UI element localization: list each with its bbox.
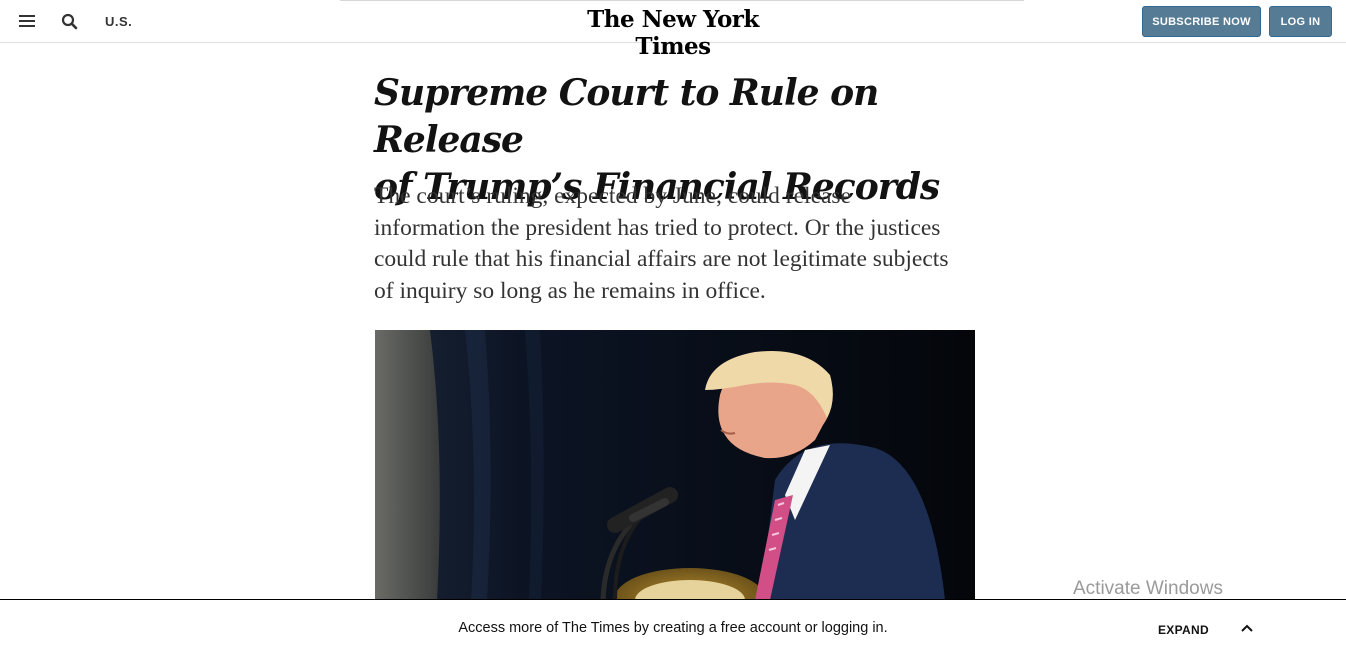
banner-message: Access more of The Times by creating a f… bbox=[458, 620, 888, 636]
article-photo bbox=[375, 330, 975, 600]
chevron-up-icon[interactable] bbox=[1240, 620, 1254, 632]
hamburger-menu-icon[interactable] bbox=[19, 15, 35, 28]
article-photo-illustration bbox=[375, 330, 975, 600]
watermark-line-1: Activate Windows bbox=[1073, 578, 1223, 599]
subscribe-button[interactable]: SUBSCRIBE NOW bbox=[1142, 6, 1261, 37]
section-link-us[interactable]: U.S. bbox=[105, 14, 132, 29]
expand-button[interactable]: EXPAND bbox=[1158, 623, 1209, 637]
article-summary: The court’s ruling, expected by June, co… bbox=[374, 181, 974, 307]
headline-line-1: Supreme Court to Rule on Release bbox=[374, 72, 879, 161]
login-button[interactable]: LOG IN bbox=[1269, 6, 1332, 37]
top-divider bbox=[340, 0, 1024, 1]
summary-line: could rule that his financial affairs ar… bbox=[374, 246, 949, 272]
top-navigation-bar: U.S. The New York Times SUBSCRIBE NOW LO… bbox=[0, 0, 1346, 60]
registration-banner: Access more of The Times by creating a f… bbox=[0, 599, 1346, 654]
search-icon[interactable] bbox=[61, 13, 79, 31]
summary-line: information the president has tried to p… bbox=[374, 214, 941, 241]
nyt-logo[interactable]: The New York Times bbox=[548, 6, 798, 60]
summary-line: of inquiry so long as he remains in offi… bbox=[374, 277, 766, 304]
summary-line: The court’s ruling, expected by June, co… bbox=[374, 183, 852, 209]
